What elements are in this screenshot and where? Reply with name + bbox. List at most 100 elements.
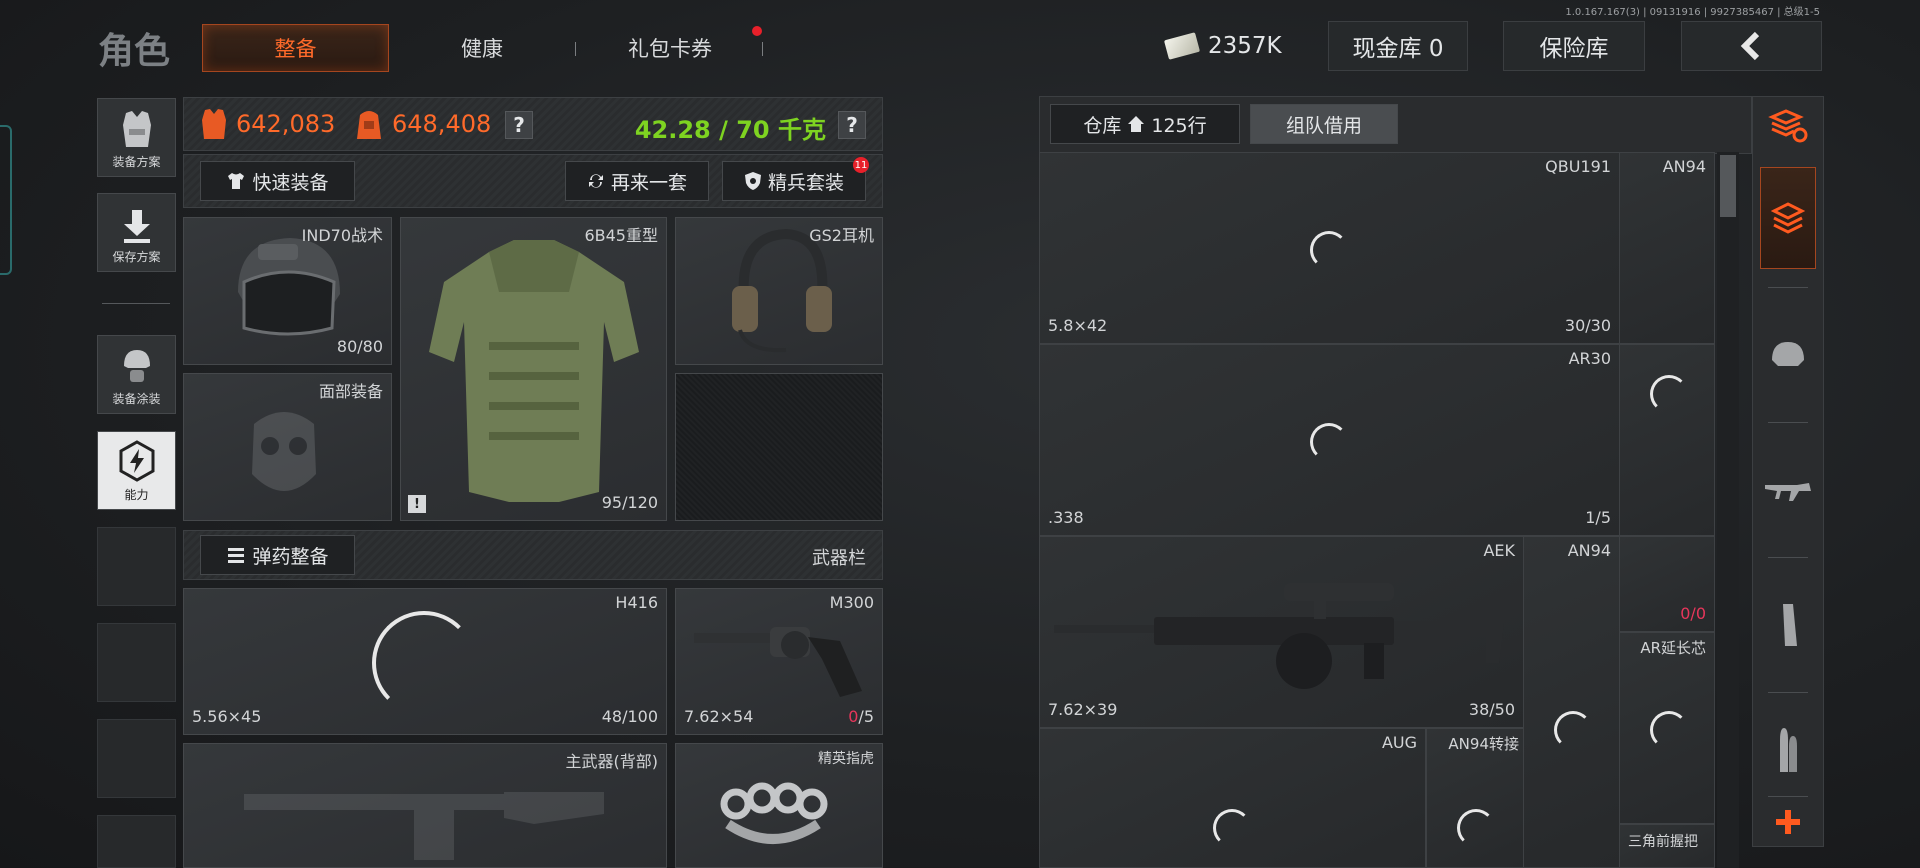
warehouse-item-an94-2[interactable]: AN94 (1523, 536, 1620, 868)
primary-weapon-name: H416 (615, 593, 658, 612)
rifle-icon (1765, 483, 1811, 501)
item-caliber: 5.8×42 (1048, 316, 1108, 335)
scrollbar-thumb[interactable] (1720, 155, 1736, 217)
tab-storage-label: 仓库 (1083, 114, 1122, 137)
primary-weapon-slot[interactable]: H416 5.56×45 48/100 (183, 588, 667, 735)
face-slot[interactable]: 面部装备 (183, 373, 392, 521)
category-sort[interactable] (1760, 100, 1816, 152)
item-name: AN94 (1662, 157, 1706, 176)
warehouse-item-qbu191[interactable]: QBU191 5.8×42 30/30 (1039, 152, 1620, 344)
loading-spinner (1650, 375, 1688, 413)
item-name: QBU191 (1545, 157, 1611, 176)
melee-slot[interactable]: 精英指虎 (675, 743, 883, 868)
elite-set-label: 精兵套装 (767, 171, 844, 194)
stat-help-button[interactable]: ? (505, 111, 533, 139)
item-name: AEK (1483, 541, 1515, 560)
item-ammo: 0/0 (1680, 604, 1706, 623)
headset-slot[interactable]: GS2耳机 (675, 217, 883, 365)
back-weapon-slot[interactable]: 主武器(背部) (183, 743, 667, 868)
side-empty-slot (97, 623, 176, 702)
item-caliber: .338 (1048, 508, 1084, 527)
category-magazines[interactable] (1760, 570, 1816, 680)
sidearm-slot[interactable]: M300 7.62×54 0/5 (675, 588, 883, 735)
category-divider (1768, 287, 1808, 288)
side-divider (102, 303, 170, 304)
tab-team-borrow[interactable]: 组队借用 (1250, 104, 1398, 144)
loading-spinner (1554, 711, 1592, 749)
cash-display: 2357K (1163, 21, 1294, 71)
side-equip-plan[interactable]: 装备方案 (97, 98, 176, 177)
category-armor[interactable] (1760, 300, 1816, 410)
rifle-silhouette-icon (244, 792, 604, 860)
stack-icon (1771, 202, 1805, 234)
warehouse-item-ar-extension[interactable]: AR延长芯 (1619, 632, 1715, 824)
weapon-bar-label: 武器栏 (812, 548, 866, 569)
armor-image (429, 240, 639, 502)
cash-vault-button[interactable]: 现金库 0 (1328, 21, 1468, 71)
side-ability-label: 能力 (124, 488, 149, 502)
category-divider (1768, 796, 1808, 797)
item-ammo-current: 0 (1680, 604, 1691, 623)
item-ammo: 1/5 (1585, 508, 1611, 527)
back-button[interactable] (1681, 21, 1822, 71)
safe-button[interactable]: 保险库 (1503, 21, 1645, 71)
tab-storage[interactable]: 仓库 125行 (1050, 104, 1240, 144)
warehouse-item-foregrip[interactable]: 三角前握把 (1619, 824, 1715, 868)
tab-health[interactable]: 健康 (420, 24, 544, 72)
tab-divider (575, 42, 576, 56)
helmet-paint-icon (123, 350, 150, 382)
helmet-slot[interactable]: IND70战术 80/80 (183, 217, 392, 365)
tab-gift[interactable]: 礼包卡券 (600, 24, 740, 72)
category-ammo[interactable] (1760, 706, 1816, 796)
sidearm-name: M300 (829, 593, 874, 612)
shirt-icon (228, 173, 245, 189)
game-screen: { "version": "1.0.167.167(3) | 09131916 … (0, 0, 1920, 868)
lightning-hex-icon (119, 440, 154, 482)
melee-name: 精英指虎 (818, 751, 874, 767)
warehouse-item-aug[interactable]: AUG (1039, 728, 1426, 868)
armor-slot[interactable]: 6B45重型 ! 95/120 (400, 217, 667, 521)
loading-spinner (1213, 809, 1251, 847)
warehouse-empty-cell[interactable] (1619, 344, 1715, 536)
magazine-icon (1783, 604, 1797, 646)
item-name: AR30 (1568, 349, 1611, 368)
equip-again-button[interactable]: 再来一套 (565, 161, 709, 201)
sidearm-ammo-current: 0 (848, 707, 859, 726)
item-name: AR延长芯 (1640, 639, 1706, 657)
warehouse-item-aek[interactable]: AEK 7.62×39 38/50 (1039, 536, 1524, 728)
quick-equip-button[interactable]: 快速装备 (200, 161, 355, 201)
revolver-image (694, 627, 862, 697)
add-category-button[interactable] (1760, 800, 1816, 844)
warehouse-item-ar30[interactable]: AR30 .338 1/5 (1039, 344, 1620, 536)
armor-value-icon (202, 109, 226, 139)
side-save-plan[interactable]: 保存方案 (97, 193, 176, 272)
cash-icon (1163, 32, 1201, 60)
warehouse-item-ammo[interactable]: 0/0 (1619, 536, 1715, 632)
helmet-icon (1772, 342, 1804, 366)
tab-equip[interactable]: 整备 (202, 24, 389, 72)
loading-spinner (1650, 711, 1688, 749)
item-caliber: 7.62×39 (1048, 700, 1118, 719)
shield-icon (744, 172, 761, 190)
edge-handle[interactable] (0, 125, 12, 275)
warehouse-item-an94[interactable]: AN94 (1619, 152, 1715, 344)
tab-divider (762, 42, 763, 56)
helmet-name: IND70战术 (301, 226, 383, 245)
weight-help-button[interactable]: ? (838, 111, 866, 139)
ammo-equip-button[interactable]: 弹药整备 (200, 535, 355, 575)
side-paint[interactable]: 装备涂装 (97, 335, 176, 414)
helmet-image (238, 238, 340, 336)
category-weapons[interactable] (1760, 435, 1816, 545)
side-ability[interactable]: 能力 (97, 431, 176, 510)
warehouse-item-an94-adapter[interactable]: AN94转接 (1426, 728, 1524, 868)
category-all[interactable] (1760, 167, 1816, 269)
empty-slot[interactable] (675, 373, 883, 521)
aek-rifle-image (1054, 583, 1504, 689)
scrollbar-track[interactable] (1717, 152, 1739, 868)
item-name: AUG (1381, 733, 1417, 752)
side-save-plan-label: 保存方案 (112, 250, 161, 264)
armor-durability: 95/120 (601, 493, 658, 512)
elite-set-button[interactable]: 精兵套装 (722, 161, 866, 201)
back-weapon-label: 主武器(背部) (565, 752, 659, 771)
version-info: 1.0.167.167(3) | 09131916 | 9927385467 |… (1565, 7, 1820, 18)
